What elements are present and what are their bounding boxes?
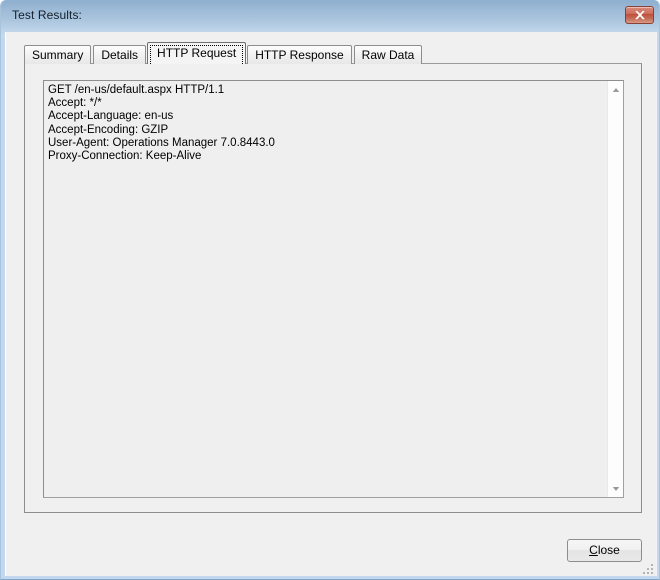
- results-tab-control: Summary Details HTTP Request HTTP Respon…: [24, 42, 642, 513]
- scrollbar-track[interactable]: [608, 98, 623, 480]
- tab-summary[interactable]: Summary: [24, 45, 92, 64]
- dialog-client-area: Summary Details HTTP Request HTTP Respon…: [5, 32, 657, 576]
- tab-details-label: Details: [101, 48, 139, 62]
- tab-http-request[interactable]: HTTP Request: [147, 42, 247, 64]
- http-request-textbox[interactable]: GET /en-us/default.aspx HTTP/1.1 Accept:…: [43, 80, 624, 498]
- vertical-scrollbar[interactable]: [607, 81, 623, 497]
- window-title: Test Results:: [12, 8, 82, 22]
- close-window-button[interactable]: [625, 6, 654, 24]
- tab-raw-data[interactable]: Raw Data: [353, 45, 423, 64]
- title-bar[interactable]: Test Results:: [1, 1, 660, 32]
- resize-grip-icon[interactable]: [640, 561, 653, 574]
- close-button[interactable]: Close: [567, 539, 642, 562]
- scroll-up-button[interactable]: [608, 81, 623, 98]
- tab-http-request-label: HTTP Request: [157, 46, 237, 60]
- tab-panel-http-request: GET /en-us/default.aspx HTTP/1.1 Accept:…: [24, 63, 642, 513]
- tab-summary-label: Summary: [32, 48, 84, 62]
- tab-http-response-label: HTTP Response: [255, 48, 344, 62]
- close-button-label: lose: [597, 543, 620, 557]
- dialog-window: Test Results: Summary Details HTTP Reque: [0, 0, 660, 580]
- close-button-accel: C: [589, 543, 598, 557]
- http-request-text: GET /en-us/default.aspx HTTP/1.1 Accept:…: [48, 84, 275, 163]
- tab-http-response[interactable]: HTTP Response: [247, 45, 352, 64]
- tab-strip: Summary Details HTTP Request HTTP Respon…: [24, 42, 424, 64]
- tab-details[interactable]: Details: [93, 45, 147, 64]
- tab-raw-data-label: Raw Data: [361, 48, 415, 62]
- scroll-down-button[interactable]: [608, 480, 623, 497]
